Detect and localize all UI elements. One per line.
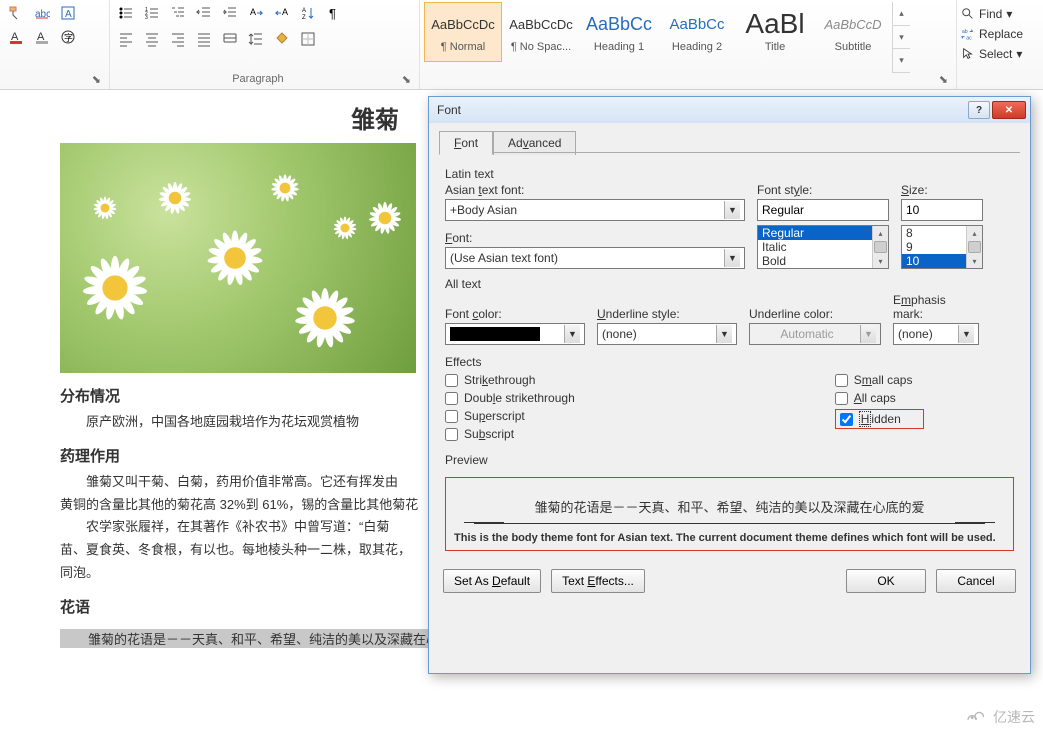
- style-item-heading1[interactable]: AaBbCcHeading 1: [580, 2, 658, 62]
- bullets-button[interactable]: [114, 2, 138, 24]
- preview-frame: 雏菊的花语是－－天真、和平、希望、纯洁的美以及深藏在心底的爱 This is t…: [445, 477, 1014, 551]
- style-item-subtitle[interactable]: AaBbCcDSubtitle: [814, 2, 892, 62]
- size-listbox[interactable]: 8910▴▾: [901, 225, 983, 269]
- styles-dialog-launcher[interactable]: ⬊: [939, 74, 948, 86]
- editing-group: Find ▾ abacReplace Select ▾: [957, 0, 1043, 89]
- size-label: Size:: [901, 183, 983, 197]
- svg-text:A: A: [250, 7, 256, 17]
- style-item-title[interactable]: AaBlTitle: [736, 2, 814, 62]
- preview-sample-text: 雏菊的花语是－－天真、和平、希望、纯洁的美以及深藏在心底的爱: [474, 490, 985, 524]
- svg-text:3: 3: [145, 15, 148, 21]
- font-color-combo[interactable]: ▼: [445, 323, 585, 345]
- set-as-default-button[interactable]: Set As Default: [443, 569, 541, 593]
- rtl-direction-button[interactable]: A: [270, 2, 294, 24]
- align-left-button[interactable]: [114, 28, 138, 50]
- strikethrough-checkbox[interactable]: Strikethrough: [445, 373, 575, 387]
- preview-group-label: Preview: [445, 453, 1014, 467]
- font-combo[interactable]: (Use Asian text font)▼: [445, 247, 745, 269]
- dialog-titlebar[interactable]: Font ? ✕: [429, 97, 1030, 123]
- all-caps-checkbox[interactable]: All caps: [835, 391, 924, 405]
- font-color-label: Font color:: [445, 307, 585, 321]
- font-style-input[interactable]: [757, 199, 889, 221]
- align-right-button[interactable]: [166, 28, 190, 50]
- show-marks-button[interactable]: ¶: [322, 2, 346, 24]
- preview-description: This is the body theme font for Asian te…: [454, 532, 1005, 544]
- find-button[interactable]: Find ▾: [961, 4, 1039, 24]
- hidden-checkbox[interactable]: Hidden: [835, 409, 924, 429]
- cancel-button[interactable]: Cancel: [936, 569, 1016, 593]
- small-caps-checkbox[interactable]: Small caps: [835, 373, 924, 387]
- font-label: Font:: [445, 231, 745, 245]
- svg-text:字: 字: [64, 32, 73, 43]
- select-button[interactable]: Select ▾: [961, 44, 1039, 64]
- doc-image-daisies: [60, 143, 416, 373]
- underline-color-combo: Automatic▼: [749, 323, 881, 345]
- ok-button[interactable]: OK: [846, 569, 926, 593]
- font-style-label: Font style:: [757, 183, 889, 197]
- effects-group-label: Effects: [445, 355, 1014, 369]
- font-color-button[interactable]: A: [4, 26, 28, 48]
- text-effects-button[interactable]: Text Effects...: [551, 569, 645, 593]
- replace-button[interactable]: abacReplace: [961, 24, 1039, 44]
- watermark: 亿速云: [961, 707, 1035, 727]
- asian-text-font-combo[interactable]: +Body Asian▼: [445, 199, 745, 221]
- help-button[interactable]: ?: [968, 101, 990, 119]
- styles-gallery-expand[interactable]: ▴▾▾: [892, 2, 910, 73]
- character-border-button[interactable]: A: [56, 2, 80, 24]
- underline-style-label: Underline style:: [597, 307, 737, 321]
- all-text-group-label: All text: [445, 277, 1014, 291]
- sort-button[interactable]: AZ: [296, 2, 320, 24]
- style-item-heading2[interactable]: AaBbCcHeading 2: [658, 2, 736, 62]
- asian-text-font-label: Asian text font:: [445, 183, 745, 197]
- underline-color-label: Underline color:: [749, 307, 881, 321]
- close-button[interactable]: ✕: [992, 101, 1026, 119]
- decrease-indent-button[interactable]: [192, 2, 216, 24]
- svg-text:A: A: [65, 9, 72, 20]
- paragraph-dialog-launcher[interactable]: ⬊: [402, 73, 411, 86]
- numbering-button[interactable]: 123: [140, 2, 164, 24]
- svg-text:ac: ac: [966, 35, 972, 41]
- styles-gallery: AaBbCcDc¶ NormalAaBbCcDc¶ No Spac...AaBb…: [424, 2, 892, 73]
- doc-selected-text[interactable]: 雏菊的花语是－－天真、和平、希望、纯洁的美以及深藏在心底的爱: [60, 629, 480, 648]
- superscript-checkbox[interactable]: Superscript: [445, 409, 575, 423]
- highlight-button[interactable]: A: [30, 26, 54, 48]
- svg-text:A: A: [282, 7, 288, 17]
- dialog-title-text: Font: [437, 103, 461, 117]
- format-painter-button[interactable]: [4, 2, 28, 24]
- tab-font[interactable]: Font: [439, 131, 493, 155]
- clear-formatting-button[interactable]: abc: [30, 2, 54, 24]
- emphasis-mark-label: Emphasis mark:: [893, 293, 979, 321]
- increase-indent-button[interactable]: [218, 2, 242, 24]
- svg-text:¶: ¶: [329, 6, 336, 21]
- line-spacing-button[interactable]: [244, 28, 268, 50]
- subscript-checkbox[interactable]: Subscript: [445, 427, 575, 441]
- paragraph-group-label: Paragraph: [232, 73, 283, 85]
- style-item-normal[interactable]: AaBbCcDc¶ Normal: [424, 2, 502, 62]
- svg-text:ab: ab: [962, 29, 968, 35]
- font-dialog: Font ? ✕ Font Advanced Latin text Asian …: [428, 96, 1031, 674]
- ltr-direction-button[interactable]: A: [244, 2, 268, 24]
- svg-text:Z: Z: [302, 15, 306, 21]
- svg-text:A: A: [302, 8, 306, 14]
- latin-text-group-label: Latin text: [445, 167, 1014, 181]
- align-center-button[interactable]: [140, 28, 164, 50]
- multilevel-list-button[interactable]: [166, 2, 190, 24]
- font-group-dialog-launcher[interactable]: ⬊: [4, 73, 105, 87]
- distributed-button[interactable]: [218, 28, 242, 50]
- borders-button[interactable]: [296, 28, 320, 50]
- size-input[interactable]: [901, 199, 983, 221]
- enclose-characters-button[interactable]: 字: [56, 26, 80, 48]
- double-strikethrough-checkbox[interactable]: Double strikethrough: [445, 391, 575, 405]
- style-item-nospac[interactable]: AaBbCcDc¶ No Spac...: [502, 2, 580, 62]
- underline-style-combo[interactable]: (none)▼: [597, 323, 737, 345]
- shading-button[interactable]: [270, 28, 294, 50]
- font-style-listbox[interactable]: RegularItalicBold▴▾: [757, 225, 889, 269]
- justify-button[interactable]: [192, 28, 216, 50]
- emphasis-mark-combo[interactable]: (none)▼: [893, 323, 979, 345]
- ribbon: abc A A A 字 ⬊ 123 A A AZ ¶: [0, 0, 1043, 90]
